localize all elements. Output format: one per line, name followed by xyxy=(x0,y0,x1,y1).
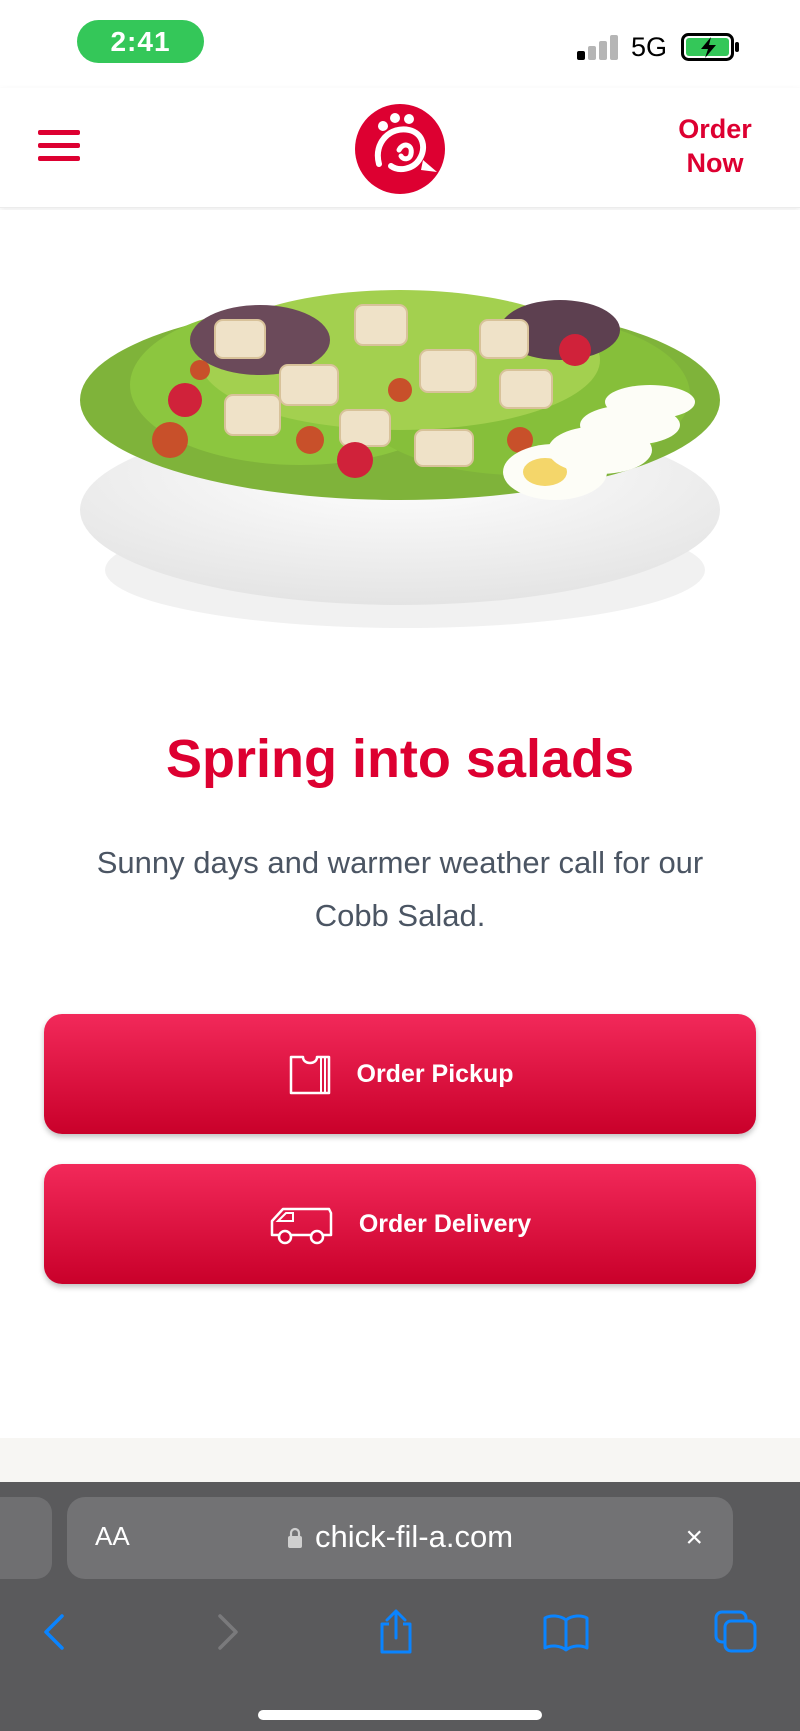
cellular-signal-icon xyxy=(577,34,619,60)
battery-charging-icon xyxy=(681,33,739,61)
back-icon[interactable] xyxy=(26,1604,82,1660)
promo-headline: Spring into salads xyxy=(165,729,635,789)
forward-icon[interactable] xyxy=(200,1604,256,1660)
browser-nav xyxy=(0,1592,800,1672)
delivery-van-icon xyxy=(270,1207,333,1245)
order-delivery-button[interactable]: Order Delivery xyxy=(44,1164,756,1284)
url-display[interactable]: chick-fil-a.com xyxy=(67,1519,733,1555)
tabs-icon[interactable] xyxy=(708,1604,764,1660)
promo-body: Sunny days and warmer weather call for o… xyxy=(96,845,704,933)
pickup-bag-icon xyxy=(289,1055,330,1095)
hamburger-menu-icon[interactable] xyxy=(38,128,82,164)
lock-icon xyxy=(287,1527,302,1548)
order-now-link[interactable]: Order Now xyxy=(670,112,760,180)
browser-toolbar: AA chick-fil-a.com × xyxy=(0,1482,800,1731)
home-indicator xyxy=(258,1710,542,1720)
previous-tab-preview[interactable] xyxy=(0,1497,52,1579)
status-time: 2:41 xyxy=(77,20,204,63)
cobb-salad-image xyxy=(0,210,800,660)
close-icon[interactable]: × xyxy=(685,1521,703,1555)
chick-fil-a-logo[interactable] xyxy=(353,102,447,196)
section-divider xyxy=(0,1438,800,1482)
network-type: 5G xyxy=(631,32,668,62)
site-header: Order Now xyxy=(0,88,800,208)
address-bar[interactable]: AA chick-fil-a.com × xyxy=(67,1497,733,1579)
order-delivery-label: Order Delivery xyxy=(358,1209,532,1238)
order-pickup-button[interactable]: Order Pickup xyxy=(44,1014,756,1134)
url-text: chick-fil-a.com xyxy=(314,1519,514,1554)
status-bar: 2:41 5G xyxy=(0,0,800,88)
order-pickup-label: Order Pickup xyxy=(356,1059,514,1088)
bookmarks-icon[interactable] xyxy=(538,1604,594,1660)
share-icon[interactable] xyxy=(368,1604,424,1660)
